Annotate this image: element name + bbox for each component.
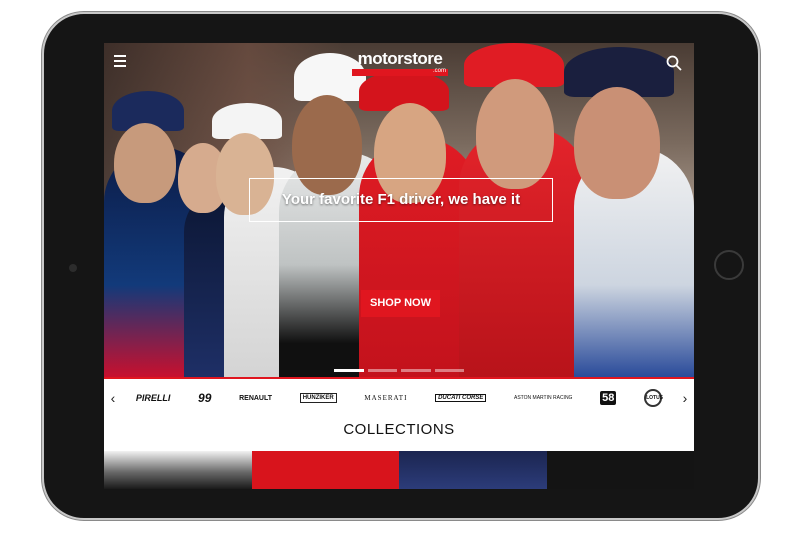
brand-hunziker[interactable]: HUNZIKER [299,393,337,403]
collection-tile[interactable] [104,451,252,489]
brand-lotus[interactable]: LOTUS [644,389,663,407]
driver-face [476,79,554,189]
logo-bar: .com [352,68,448,76]
carousel-dot[interactable] [367,369,397,372]
brand-maserati[interactable]: MASERATI [364,394,407,402]
site-logo[interactable]: motorstore .com [350,49,450,77]
hero-tagline: Your favorite F1 driver, we have it [249,178,553,222]
camera-icon [69,264,77,272]
collection-tile[interactable] [251,451,399,489]
hamburger-menu-icon[interactable] [114,55,126,67]
collection-tile[interactable] [399,451,547,489]
screen: motorstore .com Your favorite F1 driver,… [104,43,694,489]
brand-list: PIRELLI 99 RENAULT HUNZIKER MASERATI DUC… [122,389,676,407]
brand-pirelli[interactable]: PIRELLI [136,393,171,403]
chevron-right-icon[interactable]: › [676,390,694,406]
driver-face [574,87,660,199]
home-button[interactable] [714,250,744,280]
logo-suffix: .com [432,68,446,74]
collections-heading: COLLECTIONS [343,421,455,438]
brand-ducati-corse[interactable]: DUCATI CORSE [435,394,487,402]
brand-carousel: ‹ PIRELLI 99 RENAULT HUNZIKER MASERATI D… [104,377,694,417]
search-icon[interactable] [666,55,682,71]
carousel-dot[interactable] [334,369,364,372]
brand-aston-martin-racing[interactable]: ASTON MARTIN RACING [514,395,572,401]
hero-banner: motorstore .com Your favorite F1 driver,… [104,43,694,377]
brand-renault[interactable]: RENAULT [239,395,272,402]
carousel-dot[interactable] [401,369,431,372]
carousel-indicators [334,369,464,372]
chevron-left-icon[interactable]: ‹ [104,390,122,406]
shop-now-button[interactable]: SHOP NOW [361,290,440,317]
collection-tile[interactable] [546,451,694,489]
carousel-dot[interactable] [434,369,464,372]
top-navigation-bar: motorstore .com [104,43,694,83]
brand-99[interactable]: 99 [198,391,211,405]
collection-tiles [104,451,694,489]
brand-58[interactable]: 58 [600,391,617,405]
driver-face [114,123,176,203]
logo-text: motorstore [357,49,443,68]
